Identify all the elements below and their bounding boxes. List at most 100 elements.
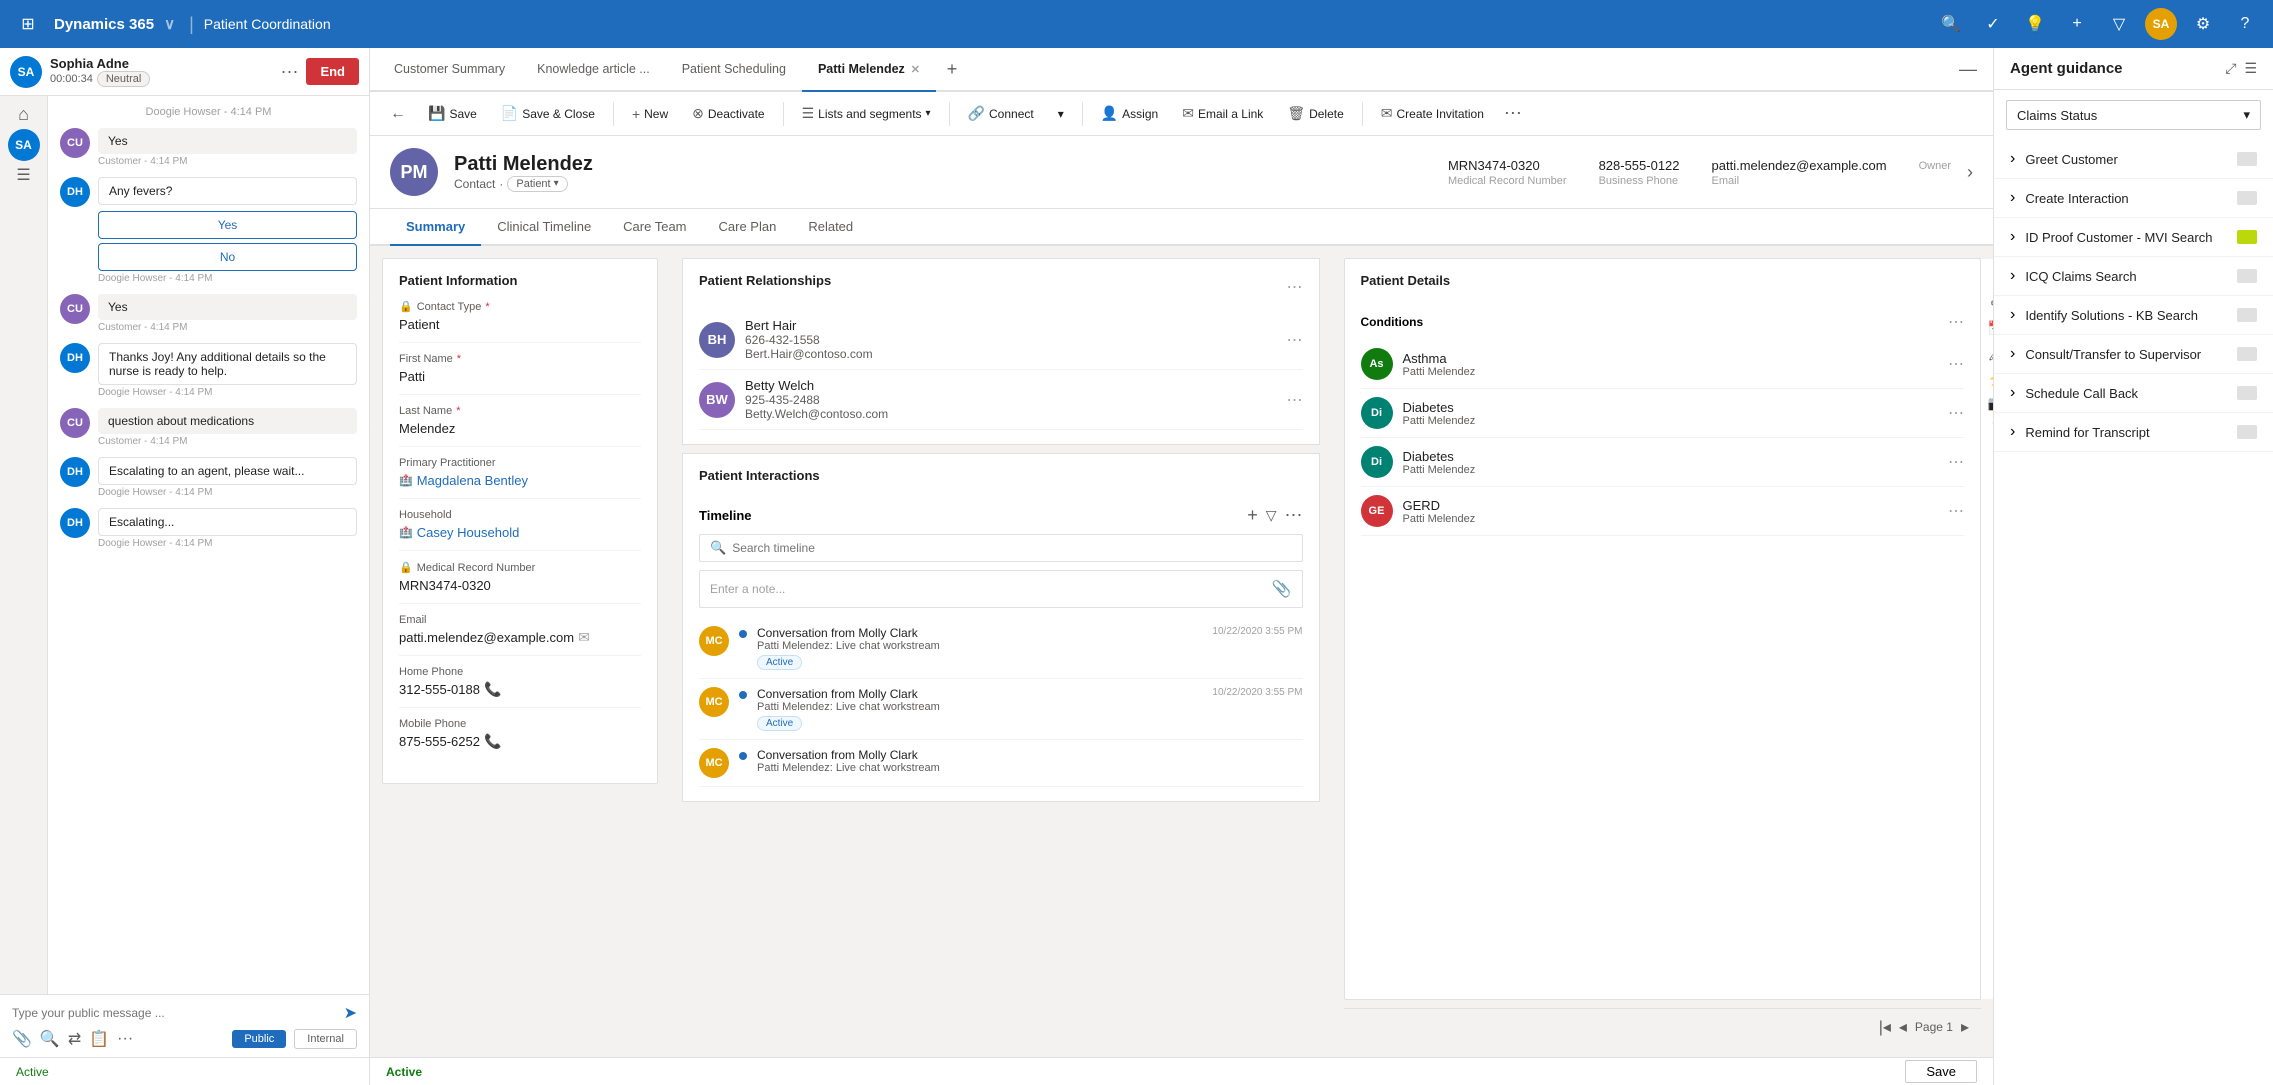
phone-action-icon[interactable]: 📞 <box>484 681 501 698</box>
guidance-menu-icon[interactable]: ☰ <box>2244 60 2257 77</box>
back-nav-icon[interactable]: ← <box>382 105 414 123</box>
edit-record-icon[interactable]: ✏ <box>1991 295 1993 312</box>
pagination-first-icon[interactable]: |◂ <box>1879 1017 1891 1037</box>
form-tab-summary[interactable]: Summary <box>390 209 481 246</box>
mobile-phone-action-icon[interactable]: 📞 <box>484 733 501 750</box>
primary-practitioner-link[interactable]: 🏥 Magdalena Bentley <box>399 471 641 490</box>
save-close-button[interactable]: 📄 Save & Close <box>491 101 605 126</box>
chat-more-icon[interactable]: ··· <box>280 61 298 82</box>
timeline-more-icon[interactable]: ⋯ <box>1285 505 1303 526</box>
guidance-expand-icon[interactable]: ⤢ <box>2225 60 2236 77</box>
timeline-add-icon[interactable]: + <box>1247 505 1258 526</box>
lightbulb-icon[interactable]: 💡 <box>2019 8 2051 40</box>
pagination-next-icon[interactable]: ▸ <box>1961 1017 1969 1037</box>
save-button[interactable]: 💾 Save <box>418 101 487 126</box>
guidance-step-icq[interactable]: ICQ Claims Search <box>1994 257 2273 296</box>
camera-icon[interactable]: 📷 <box>1988 395 1993 412</box>
chat-input[interactable] <box>12 1006 338 1020</box>
condition-more-icon[interactable]: ⋯ <box>1948 501 1964 521</box>
attachment-icon[interactable]: 📎 <box>12 1029 32 1049</box>
guidance-step-remind[interactable]: Remind for Transcript <box>1994 413 2273 452</box>
lists-segments-button[interactable]: ☰ Lists and segments ▾ <box>792 101 941 126</box>
filter-icon[interactable]: ▽ <box>2103 8 2135 40</box>
claims-status-dropdown[interactable]: Claims Status ▾ <box>2006 100 2261 130</box>
sidebar-nav-icon[interactable]: ☰ <box>16 165 30 185</box>
option-yes-button[interactable]: Yes <box>98 211 357 239</box>
condition-more-icon[interactable]: ⋯ <box>1948 452 1964 472</box>
relationships-more-icon[interactable]: ⋯ <box>1287 277 1303 297</box>
header-collapse-icon[interactable]: › <box>1967 162 1973 183</box>
home-phone-field: Home Phone 312-555-0188 📞 <box>399 666 641 708</box>
condition-avatar: As <box>1361 348 1393 380</box>
tab-add-button[interactable]: + <box>936 48 968 90</box>
timeline-filter-icon[interactable]: ▽ <box>1266 507 1277 524</box>
chat-sidebar: ⌂ SA ☰ <box>0 96 48 994</box>
email-action-icon[interactable]: ✉ <box>578 629 590 646</box>
search-contact-icon[interactable]: 🔍 <box>40 1029 60 1049</box>
guidance-step-id-proof[interactable]: ID Proof Customer - MVI Search <box>1994 218 2273 257</box>
send-icon[interactable]: ➤ <box>344 1003 357 1023</box>
conditions-more-icon[interactable]: ⋯ <box>1948 312 1964 332</box>
step-expand-icon <box>2010 306 2015 324</box>
note-input[interactable]: Enter a note... 📎 <box>699 570 1303 608</box>
sidebar-home-icon[interactable]: ⌂ <box>18 104 29 125</box>
calendar-icon[interactable]: 📅 <box>1988 320 1993 337</box>
option-no-button[interactable]: No <box>98 243 357 271</box>
email-link-button[interactable]: ✉ Email a Link <box>1172 101 1273 126</box>
settings-icon[interactable]: ⚙ <box>2187 8 2219 40</box>
grid-icon[interactable]: ⊞ <box>12 8 44 40</box>
tab-knowledge-article[interactable]: Knowledge article ... <box>521 48 666 92</box>
condition-avatar: GE <box>1361 495 1393 527</box>
notes-icon[interactable]: 📋 <box>89 1029 109 1049</box>
sidebar-avatar[interactable]: SA <box>8 129 40 161</box>
tab-customer-summary[interactable]: Customer Summary <box>378 48 521 92</box>
form-tab-clinical-timeline[interactable]: Clinical Timeline <box>481 209 607 246</box>
collapse-icon[interactable]: — <box>1951 59 1985 80</box>
toolbar-more-icon[interactable]: ⋯ <box>1498 103 1528 124</box>
tab-patti-melendez[interactable]: Patti Melendez ✕ <box>802 48 936 92</box>
connect-more-button[interactable]: ▾ <box>1048 103 1074 125</box>
checkmark-icon[interactable]: ✓ <box>1977 8 2009 40</box>
interaction-avatar: MC <box>699 748 729 778</box>
form-tab-care-team[interactable]: Care Team <box>607 209 702 246</box>
help-icon[interactable]: ? <box>2229 8 2261 40</box>
condition-more-icon[interactable]: ⋯ <box>1948 354 1964 374</box>
guidance-step-consult[interactable]: Consult/Transfer to Supervisor <box>1994 335 2273 374</box>
more-icon[interactable]: ··· <box>117 1030 133 1048</box>
deactivate-button[interactable]: ⊗ Deactivate <box>682 101 774 126</box>
step-script-icon <box>2237 269 2257 283</box>
search-icon[interactable]: 🔍 <box>1935 8 1967 40</box>
search-timeline-input[interactable] <box>732 541 1291 555</box>
plus-icon[interactable]: + <box>2061 8 2093 40</box>
bottom-save-button[interactable]: Save <box>1905 1060 1977 1083</box>
tab-patient-scheduling[interactable]: Patient Scheduling <box>666 48 802 92</box>
create-invitation-button[interactable]: ✉ Create Invitation <box>1371 101 1494 126</box>
guidance-step-greet[interactable]: Greet Customer <box>1994 140 2273 179</box>
public-button[interactable]: Public <box>232 1030 286 1048</box>
household-link[interactable]: 🏥 Casey Household <box>399 523 641 542</box>
contact-more-icon[interactable]: ⋯ <box>1287 330 1303 350</box>
delete-button[interactable]: 🗑 Delete <box>1277 101 1353 126</box>
guidance-step-create-interaction[interactable]: Create Interaction <box>1994 179 2273 218</box>
internal-button[interactable]: Internal <box>294 1029 357 1049</box>
flag-icon[interactable]: ⚑ <box>1990 420 1993 437</box>
connect-button[interactable]: 🔗 Connect <box>958 101 1044 126</box>
pagination-prev-icon[interactable]: ◂ <box>1899 1017 1907 1037</box>
form-tab-care-plan[interactable]: Care Plan <box>703 209 793 246</box>
end-button[interactable]: End <box>306 58 359 85</box>
transfer-icon[interactable]: ⇄ <box>68 1029 81 1049</box>
tab-close-icon[interactable]: ✕ <box>911 63 920 76</box>
pencil-icon[interactable]: 🖊 <box>1988 345 1993 362</box>
step-expand-icon <box>2010 345 2015 363</box>
guidance-step-schedule[interactable]: Schedule Call Back <box>1994 374 2273 413</box>
assign-button[interactable]: 👤 Assign <box>1091 101 1168 126</box>
lightning-icon[interactable]: ⚡ <box>1988 370 1993 387</box>
heart-icon[interactable]: ♥ <box>1992 271 1993 287</box>
patient-tag[interactable]: Patient ▾ <box>507 176 567 192</box>
user-avatar[interactable]: SA <box>2145 8 2177 40</box>
condition-more-icon[interactable]: ⋯ <box>1948 403 1964 423</box>
new-button[interactable]: + New <box>622 102 678 126</box>
form-tab-related[interactable]: Related <box>792 209 869 246</box>
contact-more-icon[interactable]: ⋯ <box>1287 390 1303 410</box>
guidance-step-solutions[interactable]: Identify Solutions - KB Search <box>1994 296 2273 335</box>
